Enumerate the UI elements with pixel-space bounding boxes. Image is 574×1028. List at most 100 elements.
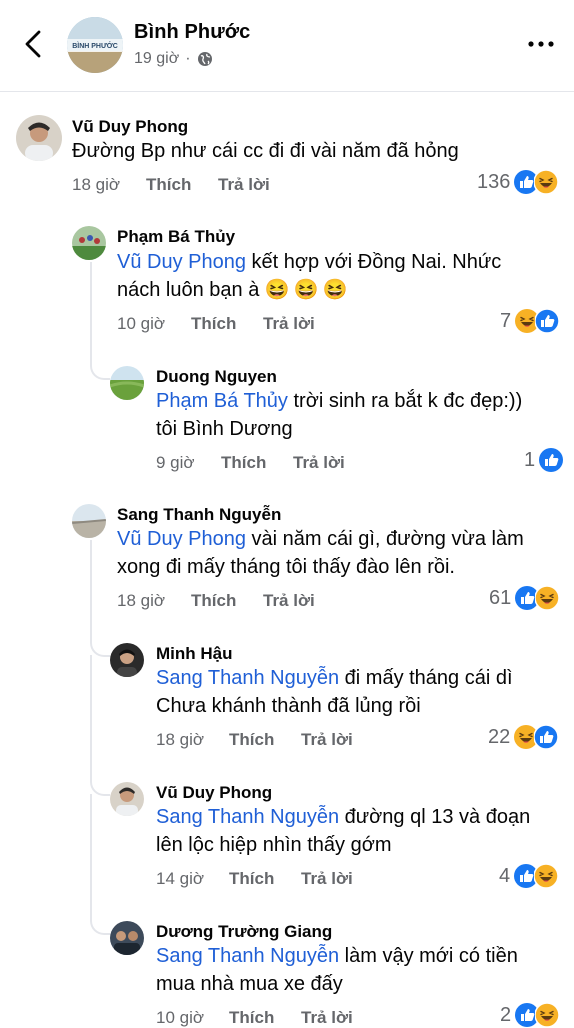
comment-text-line: Đường Bp như cái cc đi đi vài năm đã hỏn…: [72, 140, 459, 162]
comment-text: nách luôn bạn à 😆😆😆: [117, 276, 352, 304]
comment-author[interactable]: Vũ Duy Phong: [156, 783, 272, 803]
reaction-count: 4: [499, 864, 511, 887]
comment-time: 10 giờ: [156, 1008, 205, 1027]
globe-icon: [197, 52, 212, 66]
like-button[interactable]: Thích: [146, 175, 191, 195]
like-button[interactable]: Thích: [229, 869, 274, 889]
comment-text: xong đi mấy tháng tôi thấy đào lên rồi.: [117, 553, 455, 581]
reply-button[interactable]: Trả lời: [263, 591, 315, 611]
comment-text: Phạm Bá Thủy trời sinh ra bắt k đc đẹp:)…: [156, 387, 522, 415]
mention-link[interactable]: Vũ Duy Phong: [117, 251, 246, 273]
header-divider: [0, 91, 574, 92]
reaction-summary[interactable]: 1: [524, 447, 564, 473]
reply-button[interactable]: Trả lời: [293, 453, 345, 473]
comment-actions: 18 giờ Thích Trả lời: [156, 730, 416, 750]
mention-link[interactable]: Sang Thanh Nguyễn: [156, 667, 339, 689]
like-button[interactable]: Thích: [229, 730, 274, 750]
post-header: BÌNH PHƯỚC Bình Phước 19 giờ ·: [0, 0, 574, 90]
comment-text-line: tôi Bình Dương: [156, 418, 293, 440]
comment-text-line: nách luôn bạn à: [117, 279, 260, 301]
avatar[interactable]: [110, 366, 144, 400]
comment-text: Chưa khánh thành đã lủng rồi: [156, 692, 421, 720]
post-meta: 19 giờ ·: [134, 49, 213, 69]
like-reaction-icon: [534, 725, 559, 749]
comment-author[interactable]: Dương Trường Giang: [156, 922, 332, 942]
reaction-summary[interactable]: 136: [477, 169, 559, 195]
mention-link[interactable]: Vũ Duy Phong: [117, 528, 246, 550]
reply-button[interactable]: Trả lời: [218, 175, 270, 195]
reaction-summary[interactable]: 61: [489, 585, 560, 611]
like-button[interactable]: Thích: [229, 1008, 274, 1028]
reaction-summary[interactable]: 7: [500, 308, 560, 334]
comment-text-line: mua nhà mua xe đấy: [156, 973, 343, 995]
comment-text: Đường Bp như cái cc đi đi vài năm đã hỏn…: [72, 137, 459, 165]
reaction-count: 61: [489, 586, 512, 609]
comment-text-line: làm vậy mới có tiền: [339, 945, 518, 967]
comment-actions: 18 giờ Thích Trả lời: [72, 175, 332, 195]
back-arrow-icon[interactable]: [22, 28, 44, 60]
comment-reply: Vũ Duy Phong Sang Thanh Nguyễn đường ql …: [0, 776, 574, 896]
comment-author[interactable]: Minh Hậu: [156, 644, 233, 664]
avatar[interactable]: [72, 226, 106, 260]
mention-link[interactable]: Sang Thanh Nguyễn: [156, 945, 339, 967]
avatar[interactable]: [110, 921, 144, 955]
comment-text: Vũ Duy Phong kết hợp với Đồng Nai. Nhức: [117, 248, 501, 276]
like-button[interactable]: Thích: [191, 591, 236, 611]
comment-text-line: Chưa khánh thành đã lủng rồi: [156, 695, 421, 717]
comment-text-line: đi mấy tháng cái dì: [339, 667, 513, 689]
comment-actions: 18 giờ Thích Trả lời: [117, 591, 377, 611]
avatar[interactable]: [72, 504, 106, 538]
comment-author[interactable]: Sang Thanh Nguyễn: [117, 505, 281, 525]
reaction-count: 1: [524, 448, 536, 471]
comment-time: 14 giờ: [156, 869, 205, 888]
reaction-count: 2: [500, 1003, 512, 1026]
reaction-count: 136: [477, 170, 511, 193]
comment-text-line: xong đi mấy tháng tôi thấy đào lên rồi.: [117, 556, 455, 578]
more-options-icon[interactable]: [526, 36, 556, 52]
reply-button[interactable]: Trả lời: [263, 314, 315, 334]
comment-time: 18 giờ: [72, 175, 121, 194]
avatar[interactable]: [110, 782, 144, 816]
comment-author[interactable]: Phạm Bá Thủy: [117, 227, 235, 247]
reply-button[interactable]: Trả lời: [301, 869, 353, 889]
comment-time: 18 giờ: [117, 591, 166, 610]
comment-text-line: trời sinh ra bắt k đc đẹp:)): [287, 390, 523, 412]
comment-reply: Phạm Bá Thủy Vũ Duy Phong kết hợp với Đồ…: [0, 220, 574, 340]
reaction-summary[interactable]: 2: [500, 1002, 560, 1028]
like-button[interactable]: Thích: [221, 453, 266, 473]
comment-time: 9 giờ: [156, 453, 195, 472]
comment-actions: 10 giờ Thích Trả lời: [156, 1008, 416, 1028]
reaction-count: 7: [500, 309, 512, 332]
page-avatar-text: BÌNH PHƯỚC: [72, 41, 118, 50]
reply-button[interactable]: Trả lời: [301, 730, 353, 750]
comment-text: Sang Thanh Nguyễn làm vậy mới có tiền: [156, 942, 518, 970]
comment-text: tôi Bình Dương: [156, 415, 293, 443]
mention-link[interactable]: Phạm Bá Thủy: [156, 390, 288, 412]
mention-link[interactable]: Sang Thanh Nguyễn: [156, 806, 339, 828]
comment-text-line: đường ql 13 và đoạn: [339, 806, 531, 828]
comment-time: 10 giờ: [117, 314, 166, 333]
like-button[interactable]: Thích: [191, 314, 236, 334]
reaction-summary[interactable]: 4: [499, 863, 559, 889]
reaction-count: 22: [488, 725, 511, 748]
comment-author[interactable]: Duong Nguyen: [156, 367, 277, 387]
reaction-summary[interactable]: 22: [488, 724, 559, 750]
comment-reply: Duong Nguyen Phạm Bá Thủy trời sinh ra b…: [0, 360, 574, 480]
comment-text: Sang Thanh Nguyễn đường ql 13 và đoạn: [156, 803, 530, 831]
comment-text: mua nhà mua xe đấy: [156, 970, 343, 998]
comment-time: 18 giờ: [156, 730, 205, 749]
avatar[interactable]: [110, 643, 144, 677]
reply-button[interactable]: Trả lời: [301, 1008, 353, 1028]
comment-text-line: vài năm cái gì, đường vừa làm: [245, 528, 524, 550]
comment-author[interactable]: Vũ Duy Phong: [72, 117, 188, 137]
comment-reply: Sang Thanh Nguyễn Vũ Duy Phong vài năm c…: [0, 498, 574, 618]
comment-actions: 14 giờ Thích Trả lời: [156, 869, 416, 889]
comment-text-line: kết hợp với Đồng Nai. Nhức: [245, 251, 502, 273]
page-title[interactable]: Bình Phước: [134, 21, 250, 44]
comment-reply: Dương Trường Giang Sang Thanh Nguyễn làm…: [0, 915, 574, 1027]
dot-separator: ·: [185, 50, 191, 67]
haha-reaction-icon: [535, 1003, 560, 1027]
page-avatar[interactable]: BÌNH PHƯỚC: [67, 17, 123, 73]
avatar[interactable]: [16, 115, 62, 161]
comment-text: Sang Thanh Nguyễn đi mấy tháng cái dì: [156, 664, 513, 692]
